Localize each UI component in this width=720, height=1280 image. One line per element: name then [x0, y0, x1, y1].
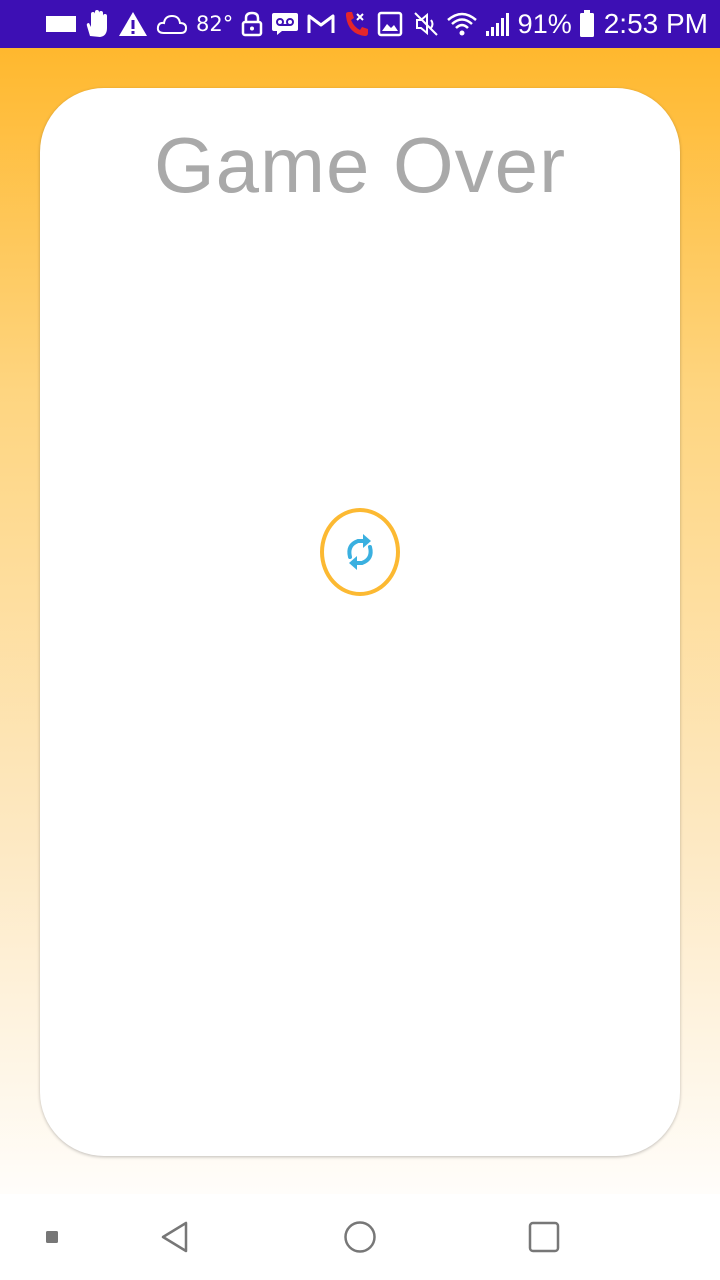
cloud-icon [156, 9, 188, 39]
image-icon [377, 9, 403, 39]
gmail-icon [307, 9, 335, 39]
home-button[interactable] [324, 1194, 396, 1280]
refresh-icon [341, 531, 379, 573]
warning-icon [118, 9, 148, 39]
battery-icon [579, 9, 595, 39]
clock-text: 2:53 PM [603, 8, 708, 39]
game-background: Game Over [0, 48, 720, 1194]
back-icon [159, 1220, 191, 1254]
navigation-bar [0, 1194, 720, 1280]
overview-button[interactable] [508, 1194, 580, 1280]
home-icon [343, 1220, 377, 1254]
voicemail-icon [271, 9, 299, 39]
status-icons-right: 91% 2:53 PM [413, 8, 708, 40]
signal-icon [485, 9, 511, 39]
hand-icon [84, 9, 110, 39]
status-icons-left: 82° [46, 9, 403, 39]
game-over-title: Game Over [153, 121, 567, 209]
restart-button[interactable] [320, 508, 400, 596]
missed-call-icon [343, 9, 369, 39]
lock-icon [241, 9, 263, 39]
notification-square-icon [46, 9, 76, 39]
status-bar: 82° 91% 2:53 PM [0, 0, 720, 48]
mute-icon [413, 9, 439, 39]
battery-percent-text: 91% [517, 8, 572, 39]
back-button[interactable] [140, 1194, 210, 1280]
game-over-card: Game Over [40, 88, 680, 1156]
wifi-icon [446, 9, 478, 39]
recent-dot-button[interactable] [30, 1194, 74, 1280]
overview-icon [528, 1221, 560, 1253]
screen: 82° 91% 2:53 PM Game Over [0, 0, 720, 1280]
recent-dot-icon [45, 1230, 59, 1244]
temperature-text: 82° [196, 12, 234, 36]
